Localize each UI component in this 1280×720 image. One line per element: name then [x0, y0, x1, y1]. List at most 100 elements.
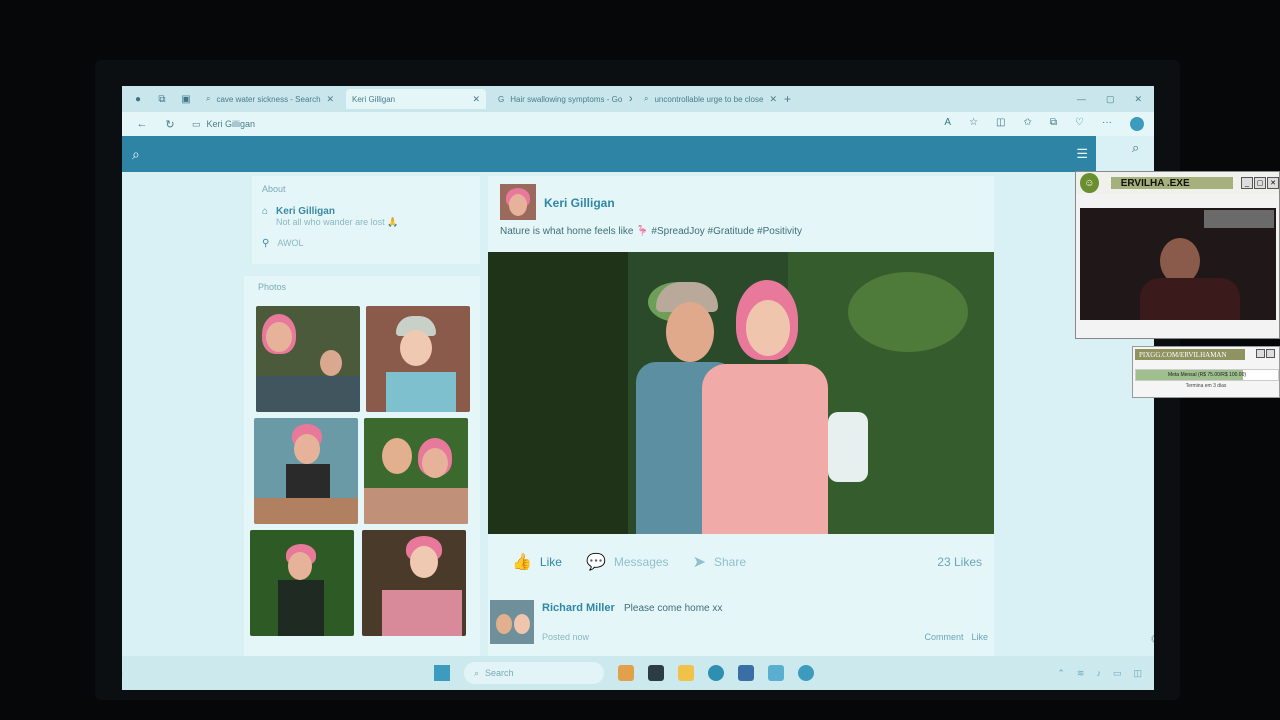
- edge-icon[interactable]: [708, 665, 724, 681]
- gear-icon[interactable]: ⚙: [1150, 632, 1154, 646]
- window-controls: — ▢ ✕: [1077, 94, 1142, 105]
- close-icon: [1266, 349, 1275, 358]
- home-icon: ⌂: [262, 206, 269, 217]
- search-icon: ⌕: [206, 94, 211, 103]
- start-icon[interactable]: [434, 665, 450, 681]
- chevron-up-icon[interactable]: ⌃: [1057, 668, 1065, 679]
- tab-uncontrollable-urge[interactable]: ⌕ uncontrollable urge to be close ✕: [638, 89, 778, 109]
- file-explorer-icon[interactable]: [678, 665, 694, 681]
- streamer-logo-icon: ☺: [1080, 173, 1099, 193]
- donation-progress-bar: Meta Mensal (R$ 75.00/R$ 100.00): [1135, 369, 1279, 381]
- messages-button[interactable]: 💬 Messages: [586, 552, 669, 572]
- share-label: Share: [713, 555, 746, 569]
- like-button[interactable]: 👍 Like: [512, 552, 562, 572]
- cam-title: ERVILHA .EXE: [1110, 177, 1233, 189]
- copilot-icon[interactable]: [1130, 117, 1144, 131]
- favorites-icon[interactable]: ✩: [1024, 117, 1032, 131]
- widgets-icon[interactable]: ◐: [122, 665, 136, 681]
- photos-label: Photos: [258, 282, 287, 292]
- cam-titlebar: ☺ ERVILHA .EXE _ ▢ ✕: [1076, 172, 1279, 194]
- tab-label: uncontrollable urge to be close: [654, 94, 764, 104]
- share-icon: ➤: [692, 554, 706, 571]
- split-screen-icon[interactable]: ◫: [996, 117, 1005, 131]
- chat-bubble-icon: 💬: [585, 554, 606, 571]
- minimize-icon: _: [1241, 177, 1253, 189]
- photo-thumbnail[interactable]: [366, 306, 470, 412]
- google-icon: G: [498, 94, 505, 104]
- taskbar: ◐ ⌕ Search ⌃ ≋ ♪ ▭ ◫: [122, 656, 1154, 690]
- maximize-icon[interactable]: ▢: [1106, 94, 1115, 105]
- comment-like-link[interactable]: Like: [971, 632, 988, 642]
- close-icon[interactable]: ✕: [472, 94, 480, 105]
- comment-links: Comment Like: [924, 632, 988, 642]
- help-icon[interactable]: [798, 665, 814, 681]
- store-icon[interactable]: [738, 665, 754, 681]
- photo-thumbnail[interactable]: [364, 418, 468, 524]
- tab-actions-icon[interactable]: ▣: [178, 91, 194, 107]
- likes-count[interactable]: 23 Likes: [937, 555, 982, 569]
- comment-link[interactable]: Comment: [924, 632, 963, 642]
- url-text: Keri Gilligan: [206, 119, 256, 129]
- commenter-name[interactable]: Richard Miller: [542, 602, 615, 614]
- post-photo[interactable]: [488, 252, 994, 534]
- about-location-row: ⚲ AWOL: [262, 238, 304, 249]
- volume-icon[interactable]: ♪: [1096, 668, 1101, 679]
- tab-label: cave water sickness - Search: [216, 94, 321, 104]
- webcam-feed: [1080, 208, 1276, 320]
- notification-icon[interactable]: ◫: [1133, 668, 1142, 679]
- post-actions: 👍 Like 💬 Messages ➤ Share 23 Likes: [488, 546, 994, 578]
- profile-name[interactable]: Keri Gilligan: [276, 206, 398, 217]
- photo-thumbnail[interactable]: [256, 306, 360, 412]
- copilot-app-icon[interactable]: [618, 665, 634, 681]
- share-button[interactable]: ➤ Share: [693, 552, 746, 572]
- tab-search[interactable]: ⌕ cave water sickness - Search ✕: [200, 89, 340, 109]
- close-icon[interactable]: ✕: [628, 94, 632, 105]
- site-search-icon[interactable]: ⌕: [132, 146, 140, 163]
- extensions-icon[interactable]: ♡: [1075, 117, 1084, 131]
- browser-toolbar: A ☆ ◫ ✩ ⧉ ♡ ···: [944, 117, 1144, 131]
- task-view-icon[interactable]: [648, 665, 664, 681]
- tab-label: Keri Gilligan: [352, 94, 396, 104]
- search-icon: ⌕: [474, 667, 480, 678]
- read-aloud-icon[interactable]: A: [944, 117, 951, 131]
- maximize-icon: ▢: [1254, 177, 1266, 189]
- profile-icon[interactable]: ●: [130, 91, 146, 107]
- wifi-icon[interactable]: ≋: [1077, 668, 1085, 679]
- taskbar-search-placeholder: Search: [485, 668, 514, 678]
- photo-thumbnail[interactable]: [362, 530, 466, 636]
- workspaces-icon[interactable]: ⧉: [154, 91, 170, 107]
- collections-icon[interactable]: ⧉: [1050, 117, 1057, 131]
- user-menu-icon[interactable]: ☰: [1076, 146, 1088, 162]
- tab-hair-swallowing[interactable]: G Hair swallowing symptoms - Go ✕: [492, 89, 632, 109]
- url-field[interactable]: ▭ Keri Gilligan: [192, 119, 255, 130]
- author-avatar[interactable]: [500, 184, 536, 220]
- close-window-icon[interactable]: ✕: [1134, 94, 1142, 105]
- commenter-avatar[interactable]: [490, 600, 534, 644]
- new-tab-button[interactable]: +: [784, 92, 791, 106]
- close-icon[interactable]: ✕: [327, 94, 335, 105]
- close-icon: ✕: [1267, 177, 1279, 189]
- refresh-icon[interactable]: ↻: [162, 118, 178, 131]
- back-icon[interactable]: ←: [134, 118, 150, 130]
- close-icon[interactable]: ✕: [769, 94, 777, 105]
- profile-bio: Not all who wander are lost 🙏: [276, 217, 399, 227]
- battery-icon[interactable]: ▭: [1113, 668, 1122, 679]
- page-icon: ▭: [192, 118, 201, 129]
- minimize-icon[interactable]: —: [1077, 94, 1086, 105]
- app-icon[interactable]: [768, 665, 784, 681]
- photo-thumbnail[interactable]: [250, 530, 354, 636]
- site-header: ⌕ ☰: [122, 136, 1096, 172]
- tab-label: Hair swallowing symptoms - Go: [510, 94, 623, 104]
- photo-thumbnail[interactable]: [254, 418, 358, 524]
- favorite-icon[interactable]: ☆: [969, 117, 978, 131]
- post-author[interactable]: Keri Gilligan: [544, 196, 615, 210]
- donation-overlay: PIXGG.COM/ERVILHAMAN Meta Mensal (R$ 75.…: [1132, 346, 1280, 398]
- taskbar-search[interactable]: ⌕ Search: [464, 662, 604, 684]
- comment-item: Richard Miller Please come home xx Poste…: [488, 596, 994, 656]
- more-icon[interactable]: ···: [1102, 117, 1112, 131]
- tab-keri-gilligan[interactable]: Keri Gilligan ✕: [346, 89, 486, 109]
- donation-deadline: Termina em 3 dias: [1185, 383, 1227, 389]
- post-card: Keri Gilligan Nature is what home feels …: [488, 176, 994, 690]
- sidebar-search-icon[interactable]: ⌕: [1132, 140, 1139, 156]
- system-tray: ⌃ ≋ ♪ ▭ ◫: [1057, 668, 1142, 679]
